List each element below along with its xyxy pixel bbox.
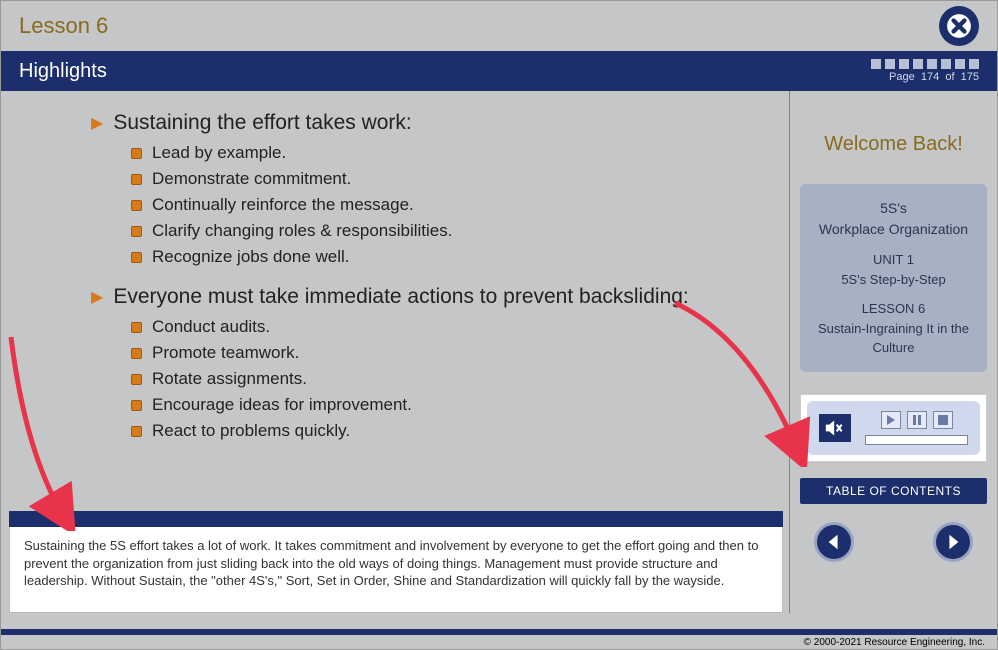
list-item: Continually reinforce the message. [131, 195, 761, 215]
section-heading: ▶ Everyone must take immediate actions t… [91, 285, 761, 309]
square-bullet-icon [131, 200, 142, 211]
pause-button[interactable] [907, 411, 927, 429]
list-item: Conduct audits. [131, 317, 761, 337]
stop-button[interactable] [933, 411, 953, 429]
section-heading: ▶ Sustaining the effort takes work: [91, 111, 761, 135]
copyright-label: © 2000-2021 Resource Engineering, Inc. [800, 636, 989, 649]
sidebar: Welcome Back! 5S's Workplace Organizatio… [789, 91, 997, 613]
square-bullet-icon [131, 426, 142, 437]
course-info-card: 5S's Workplace Organization UNIT 1 5S's … [800, 184, 987, 372]
list-item: Encourage ideas for improvement. [131, 395, 761, 415]
progress-area: Page 174 of 175 [871, 59, 979, 83]
close-icon [946, 13, 972, 39]
list-item: Promote teamwork. [131, 343, 761, 363]
play-button[interactable] [881, 411, 901, 429]
play-icon [886, 415, 896, 425]
square-bullet-icon [131, 252, 142, 263]
square-bullet-icon [131, 148, 142, 159]
close-button[interactable] [939, 6, 979, 46]
mute-button[interactable] [819, 414, 851, 442]
list-item: Lead by example. [131, 143, 761, 163]
list-item: React to problems quickly. [131, 421, 761, 441]
speaker-mute-icon [825, 419, 845, 437]
progress-dots [871, 59, 979, 69]
list-item: Rotate assignments. [131, 369, 761, 389]
square-bullet-icon [131, 400, 142, 411]
arrow-right-icon [944, 533, 962, 551]
transcript-text: Sustaining the 5S effort takes a lot of … [9, 527, 783, 613]
arrow-left-icon [825, 533, 843, 551]
square-bullet-icon [131, 226, 142, 237]
highlights-label: Highlights [19, 60, 107, 83]
welcome-label: Welcome Back! [800, 133, 987, 156]
scrub-bar[interactable] [865, 435, 968, 445]
square-bullet-icon [131, 322, 142, 333]
square-bullet-icon [131, 348, 142, 359]
content-column: ▶ Sustaining the effort takes work: Lead… [1, 91, 789, 613]
square-bullet-icon [131, 374, 142, 385]
list-item: Demonstrate commitment. [131, 169, 761, 189]
triangle-icon: ▶ [91, 113, 103, 133]
list-item: Recognize jobs done well. [131, 247, 761, 267]
square-bullet-icon [131, 174, 142, 185]
pause-icon [912, 415, 922, 425]
stop-icon [938, 415, 948, 425]
next-button[interactable] [933, 522, 973, 562]
media-panel [800, 394, 987, 462]
triangle-icon: ▶ [91, 287, 103, 307]
list-item: Clarify changing roles & responsibilitie… [131, 221, 761, 241]
prev-button[interactable] [814, 522, 854, 562]
lesson-title: Lesson 6 [19, 13, 108, 39]
page-indicator: Page 174 of 175 [871, 71, 979, 83]
transcript-divider [9, 511, 783, 527]
toc-button[interactable]: TABLE OF CONTENTS [800, 478, 987, 504]
footer-divider [1, 629, 997, 635]
